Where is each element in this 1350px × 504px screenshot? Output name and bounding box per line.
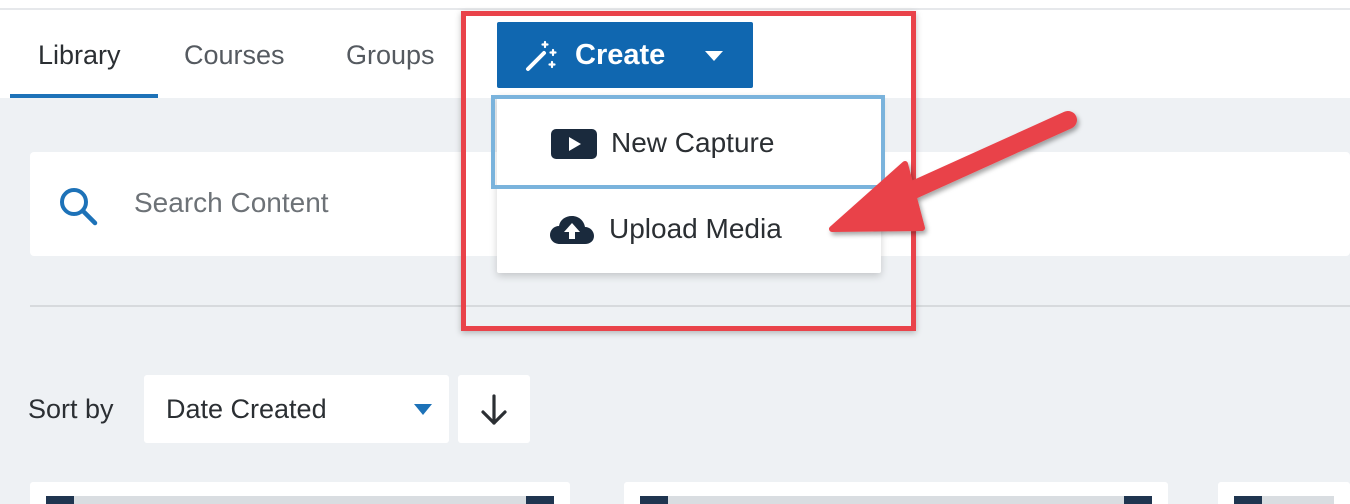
- sort-select[interactable]: Date Created: [144, 375, 449, 443]
- media-card[interactable]: [30, 482, 570, 504]
- thumbnail-corner: [1124, 496, 1152, 504]
- tab-groups[interactable]: Groups: [346, 40, 435, 71]
- tab-library[interactable]: Library: [38, 40, 121, 71]
- thumbnail-corner: [526, 496, 554, 504]
- page: Library Courses Groups Sort by Date Crea…: [0, 0, 1350, 504]
- thumbnail-corner: [46, 496, 74, 504]
- media-thumbnail: [46, 496, 554, 504]
- arrow-down-icon: [481, 394, 507, 425]
- caret-down-icon: [414, 404, 432, 415]
- sort-by-label: Sort by: [28, 394, 114, 424]
- media-card[interactable]: [624, 482, 1168, 504]
- sort-direction-button[interactable]: [458, 375, 530, 443]
- tab-courses[interactable]: Courses: [184, 40, 285, 71]
- search-input[interactable]: [132, 180, 496, 226]
- media-thumbnail: [640, 496, 1152, 504]
- search-icon[interactable]: [56, 184, 100, 228]
- media-card[interactable]: [1218, 482, 1350, 504]
- thumbnail-corner: [640, 496, 668, 504]
- annotation-highlight-box: [461, 11, 916, 331]
- sort-selected-value: Date Created: [166, 394, 327, 424]
- thumbnail-corner: [1234, 496, 1262, 504]
